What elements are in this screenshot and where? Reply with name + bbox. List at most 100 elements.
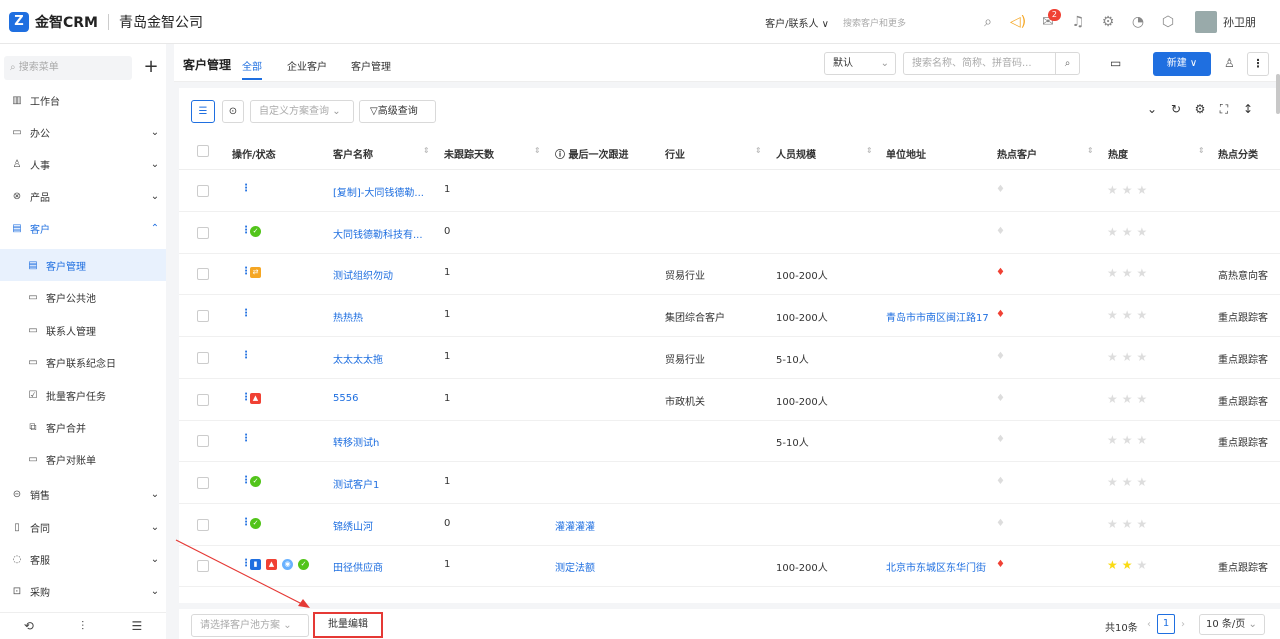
row-actions-icon[interactable]: ⋮ bbox=[241, 433, 251, 444]
scrollbar[interactable] bbox=[1276, 74, 1280, 114]
sidebar-item-sales[interactable]: ⊝ 销售 ⌄ bbox=[0, 478, 166, 510]
column-header[interactable]: 未跟踪天数 bbox=[444, 146, 494, 161]
search-icon[interactable]: ⌕ bbox=[973, 0, 1003, 44]
laptop-icon[interactable]: ▭ bbox=[1110, 56, 1121, 70]
sort-icon[interactable]: ⇕ bbox=[866, 146, 873, 155]
row-actions-icon[interactable]: ⋮ bbox=[241, 308, 251, 319]
customer-name-link[interactable]: 测试客户1 bbox=[333, 476, 379, 491]
customer-name-link[interactable]: 锦绣山河 bbox=[333, 518, 373, 533]
batch-edit-button[interactable]: 批量编辑 bbox=[313, 612, 383, 638]
heat-rating[interactable]: ★★★ bbox=[1107, 308, 1151, 322]
filter-settings-icon[interactable]: ⫶ bbox=[81, 619, 84, 634]
customer-name-link[interactable]: 热热热 bbox=[333, 309, 363, 324]
new-button[interactable]: 新建 ∨ bbox=[1153, 52, 1211, 76]
table-row[interactable]: ⋮ ▮ ▲ ◉ ✓ 田径供应商 1 测定法额 100-200人 北京市东城区东华门街 ♦ ★★★ 重点跟… bbox=[179, 545, 1280, 588]
sort-icon[interactable]: ⇕ bbox=[1198, 146, 1205, 155]
row-height-icon[interactable]: ↕ bbox=[1236, 102, 1260, 117]
page-size-select[interactable]: 10 条/页 ⌄ bbox=[1199, 614, 1265, 635]
heat-rating[interactable]: ★★★ bbox=[1107, 475, 1151, 489]
add-button[interactable]: + bbox=[140, 56, 162, 80]
table-row[interactable]: ⋮ [复制]-大同钱德勒... 1 ♦ ★★★ bbox=[179, 170, 1280, 212]
customer-pool-select[interactable]: 请选择客户池方案 ⌄ bbox=[191, 614, 309, 637]
row-checkbox[interactable] bbox=[197, 560, 209, 573]
row-checkbox[interactable] bbox=[197, 310, 209, 323]
menu-search-input[interactable]: ⌕ 搜索菜单 bbox=[4, 56, 132, 80]
customer-name-link[interactable]: 大同钱德勒科技有... bbox=[333, 226, 423, 241]
heat-rating[interactable]: ★★★ bbox=[1107, 433, 1151, 447]
table-row[interactable]: ⋮ ✓ 测试客户1 1 ♦ ★★★ bbox=[179, 462, 1280, 504]
row-checkbox[interactable] bbox=[197, 476, 209, 489]
global-search-input[interactable]: 搜索客户和更多 bbox=[843, 16, 973, 29]
table-row[interactable]: ⋮ ✓ 大同钱德勒科技有... 0 ♦ ★★★ bbox=[179, 212, 1280, 254]
person-icon[interactable]: ♙ bbox=[1224, 56, 1235, 70]
customer-name-link[interactable]: 太太太太拖 bbox=[333, 351, 383, 366]
app-logo[interactable]: Z 金智CRM bbox=[9, 11, 98, 32]
column-header[interactable]: 热度 bbox=[1108, 146, 1128, 161]
select-all-checkbox[interactable] bbox=[197, 145, 209, 157]
sort-icon[interactable]: ⇕ bbox=[755, 146, 762, 155]
list-view-icon[interactable]: ☰ bbox=[191, 100, 215, 123]
row-checkbox[interactable] bbox=[197, 185, 209, 197]
search-icon[interactable]: ⌕ bbox=[1055, 53, 1079, 74]
sidebar-item-customer-management[interactable]: ▤ 客户管理 bbox=[0, 249, 166, 281]
collapse-menu-icon[interactable]: ☰ bbox=[132, 619, 143, 633]
custom-query-select[interactable]: 自定义方案查询 ⌄ bbox=[250, 100, 354, 123]
customer-name-link[interactable]: 测试组织勿动 bbox=[333, 267, 393, 282]
sidebar-item-customer[interactable]: ▤ 客户 ⌃ bbox=[0, 212, 166, 244]
fullscreen-icon[interactable]: ⛶ bbox=[1212, 102, 1236, 117]
sidebar-item-hr[interactable]: ♙ 人事 ⌄ bbox=[0, 148, 166, 180]
user-menu[interactable]: 孙卫朋 bbox=[1195, 11, 1256, 33]
column-header[interactable]: 热点客户 bbox=[997, 146, 1037, 161]
row-checkbox[interactable] bbox=[197, 393, 209, 406]
address[interactable]: 北京市东城区东华门街 bbox=[886, 559, 994, 574]
table-row[interactable]: ⋮ ▲ 5556 1 市政机关 100-200人 ♦ ★★★ 重点跟踪客 bbox=[179, 379, 1280, 421]
sidebar-item-contacts[interactable]: ▭ 联系人管理 bbox=[0, 314, 166, 346]
sort-icon[interactable]: ⇕ bbox=[1087, 146, 1094, 155]
column-header[interactable]: 人员规模 bbox=[776, 146, 816, 161]
tab-customer-management[interactable]: 客户管理 bbox=[351, 58, 391, 73]
cube-icon[interactable]: ⬡ bbox=[1153, 0, 1183, 44]
customer-name-link[interactable]: 转移测试h bbox=[333, 434, 379, 449]
heat-rating[interactable]: ★★★ bbox=[1107, 392, 1151, 406]
sidebar-item-customer-pool[interactable]: ▭ 客户公共池 bbox=[0, 281, 166, 313]
customer-name-link[interactable]: [复制]-大同钱德勒... bbox=[333, 184, 424, 199]
refresh-icon[interactable]: ↻ bbox=[1164, 102, 1188, 117]
row-checkbox[interactable] bbox=[197, 435, 209, 448]
sidebar-item-product[interactable]: ⊗ 产品 ⌄ bbox=[0, 180, 166, 212]
more-icon[interactable]: ⋮ bbox=[1247, 52, 1269, 76]
sort-select[interactable]: 默认 ⌄ bbox=[824, 52, 896, 75]
bell-icon[interactable]: ♫ bbox=[1063, 0, 1093, 44]
next-page-icon[interactable]: › bbox=[1181, 619, 1185, 630]
collapse-icon[interactable]: ⌄ bbox=[1140, 102, 1164, 117]
sidebar-item-statement[interactable]: ▭ 客户对账单 bbox=[0, 443, 166, 475]
row-checkbox[interactable] bbox=[197, 226, 209, 239]
heat-rating[interactable]: ★★★ bbox=[1107, 517, 1151, 531]
search-input[interactable]: 搜索名称、简称、拼音码... ⌕ bbox=[903, 52, 1080, 75]
column-header[interactable]: 客户名称 bbox=[333, 146, 373, 161]
heat-rating[interactable]: ★★★ bbox=[1107, 225, 1151, 239]
sidebar-item-anniversary[interactable]: ▭ 客户联系纪念日 bbox=[0, 346, 166, 378]
sidebar-item-contract[interactable]: ▯ 合同 ⌄ bbox=[0, 511, 166, 543]
prev-page-icon[interactable]: ‹ bbox=[1147, 619, 1151, 630]
heat-rating[interactable]: ★★★ bbox=[1107, 183, 1151, 197]
table-row[interactable]: ⋮ 热热热 1 集团综合客户 100-200人 青岛市市南区闽江路17 ♦ ★★★ 重点跟踪客 bbox=[179, 295, 1280, 338]
row-actions-icon[interactable]: ⋮ bbox=[241, 183, 251, 194]
sidebar-item-batch-tasks[interactable]: ☑ 批量客户任务 bbox=[0, 379, 166, 411]
page-number[interactable]: 1 bbox=[1157, 614, 1175, 634]
announcement-icon[interactable]: ◁) bbox=[1003, 0, 1033, 44]
sidebar-item-purchase[interactable]: ⊡ 采购 ⌄ bbox=[0, 575, 166, 607]
message-icon[interactable]: ✉ 2 bbox=[1033, 0, 1063, 44]
row-checkbox[interactable] bbox=[197, 351, 209, 364]
table-row[interactable]: ⋮ 转移测试h 5-10人 ♦ ★★★ 重点跟踪客 bbox=[179, 420, 1280, 463]
row-checkbox[interactable] bbox=[197, 268, 209, 281]
tab-all[interactable]: 全部 bbox=[242, 58, 262, 80]
sort-icon[interactable]: ⇕ bbox=[423, 146, 430, 155]
row-actions-icon[interactable]: ⋮ bbox=[241, 350, 251, 361]
history-icon[interactable]: ⟲ bbox=[24, 619, 34, 633]
column-header[interactable]: 行业 bbox=[665, 146, 685, 161]
last-followup[interactable]: 测定法额 bbox=[555, 559, 595, 574]
heat-rating[interactable]: ★★★ bbox=[1107, 266, 1151, 280]
sidebar-item-office[interactable]: ▭ 办公 ⌄ bbox=[0, 116, 166, 148]
sidebar-item-workbench[interactable]: ▥ 工作台 bbox=[0, 84, 166, 116]
last-followup[interactable]: 灌灌灌灌 bbox=[555, 518, 595, 533]
